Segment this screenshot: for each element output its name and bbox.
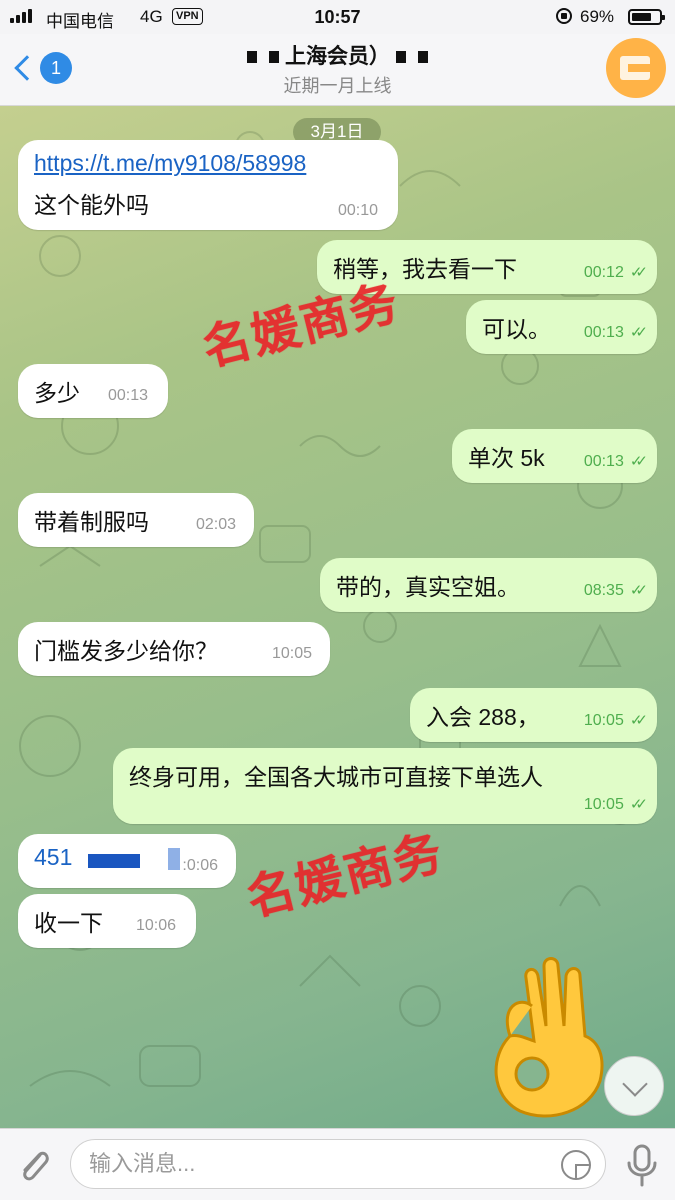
double-check-icon: ✓✓ (629, 582, 648, 599)
double-check-icon: ✓✓ (629, 453, 648, 470)
message-text: 带的，真实空姐。 (336, 574, 520, 600)
message-time: 02:03 (195, 516, 236, 533)
double-check-icon: ✓✓ (629, 712, 648, 729)
sticker-icon[interactable] (561, 1150, 591, 1180)
message-text: 可以。 (482, 316, 551, 342)
message-input-container (70, 1139, 606, 1189)
message-text: 451 (34, 844, 73, 870)
message-time: 08:35 (583, 582, 624, 599)
message-bubble-incoming[interactable]: 带着制服吗 02:03 (18, 493, 254, 547)
message-time: 10:05 (583, 712, 624, 729)
double-check-icon: ✓✓ (629, 324, 648, 341)
battery-percent: 69% (580, 7, 615, 26)
signal-strength-icon (10, 9, 32, 23)
battery-icon (628, 9, 665, 25)
carrier-name: 中国电信 (46, 12, 114, 31)
message-text: 这个能外吗 (34, 192, 149, 218)
scroll-to-bottom-button[interactable] (604, 1056, 664, 1116)
redaction-block (88, 854, 140, 868)
message-bubble-incoming[interactable]: 门槛发多少给你？ 10:05 (18, 622, 330, 676)
message-text: 终身可用，全国各大城市可直接下单选人 (129, 764, 543, 790)
redaction-block (396, 51, 406, 64)
message-time: 00:10 (337, 202, 378, 219)
message-time: 00:13 (107, 387, 148, 404)
chevron-left-icon (14, 55, 40, 81)
message-time: 00:12 (583, 264, 624, 281)
message-bubble-outgoing[interactable]: 可以。 00:13 ✓✓ (466, 300, 657, 354)
message-bubble-incoming[interactable]: https://t.me/my9108/58998 这个能外吗 00:10 (18, 140, 398, 230)
message-time: 10:05 (583, 796, 624, 813)
redaction-block (247, 51, 257, 64)
message-list[interactable]: 3月1日 https://t.me/my9108/58998 这个能外吗 00:… (0, 106, 675, 1128)
status-bar: 中国电信 4G VPN 10:57 69% (0, 0, 675, 34)
unread-badge: 1 (40, 52, 72, 84)
double-check-icon: ✓✓ (629, 796, 648, 813)
message-time: 00:13 (583, 324, 624, 341)
chat-header: 1 上海会员） 近期一月上线 (0, 34, 675, 106)
chat-title[interactable]: 上海会员） (0, 40, 675, 70)
last-seen-status: 近期一月上线 (283, 76, 392, 96)
message-meta: 00:12 ✓✓ (583, 263, 648, 282)
message-text: 带着制服吗 (34, 509, 149, 535)
message-bubble-incoming[interactable]: 多少 00:13 (18, 364, 168, 418)
composer-bar (0, 1128, 675, 1200)
rotation-lock-icon (556, 8, 572, 24)
redaction-block (269, 51, 279, 64)
message-input[interactable] (89, 1148, 549, 1180)
message-bubble-outgoing[interactable]: 入会 288， 10:05 ✓✓ (410, 688, 657, 742)
message-time: 10:06 (135, 917, 176, 934)
message-link[interactable]: https://t.me/my9108/58998 (34, 150, 306, 177)
message-bubble-outgoing[interactable]: 单次 5k 00:13 ✓✓ (452, 429, 657, 483)
message-meta: 08:35 ✓✓ (583, 581, 648, 600)
message-bubble-incoming[interactable]: 收一下 10:06 (18, 894, 196, 948)
message-meta: 10:05 ✓✓ (583, 711, 648, 730)
message-time: 10:05 (271, 645, 312, 662)
message-text: 单次 5k (468, 445, 545, 471)
message-meta: 00:13 ✓✓ (583, 323, 648, 342)
microphone-icon[interactable] (622, 1143, 662, 1187)
message-text: 收一下 (34, 910, 103, 936)
message-bubble-outgoing[interactable]: 带的，真实空姐。 08:35 ✓✓ (320, 558, 657, 612)
message-bubble-incoming[interactable]: 451 :0:06 (18, 834, 236, 888)
message-meta: 00:13 ✓✓ (583, 452, 648, 471)
double-check-icon: ✓✓ (629, 264, 648, 281)
vpn-badge: VPN (172, 8, 203, 25)
message-text: 门槛发多少给你？ (34, 638, 218, 664)
message-time: 00:13 (583, 453, 624, 470)
redaction-block (418, 51, 428, 64)
ok-hand-icon (494, 957, 604, 1118)
network-type: 4G (140, 7, 163, 26)
message-text: 多少 (34, 380, 80, 406)
chat-title-text: 上海会员） (285, 45, 390, 68)
message-text: 入会 288， (426, 704, 540, 730)
message-bubble-outgoing[interactable]: 终身可用，全国各大城市可直接下单选人 10:05 ✓✓ (113, 748, 657, 824)
paperclip-icon[interactable] (16, 1145, 52, 1185)
message-meta: 10:05 ✓✓ (583, 795, 648, 814)
avatar[interactable] (606, 38, 666, 98)
back-button[interactable]: 1 (10, 52, 72, 84)
redaction-block (168, 848, 180, 870)
message-time: :0:06 (182, 857, 218, 874)
